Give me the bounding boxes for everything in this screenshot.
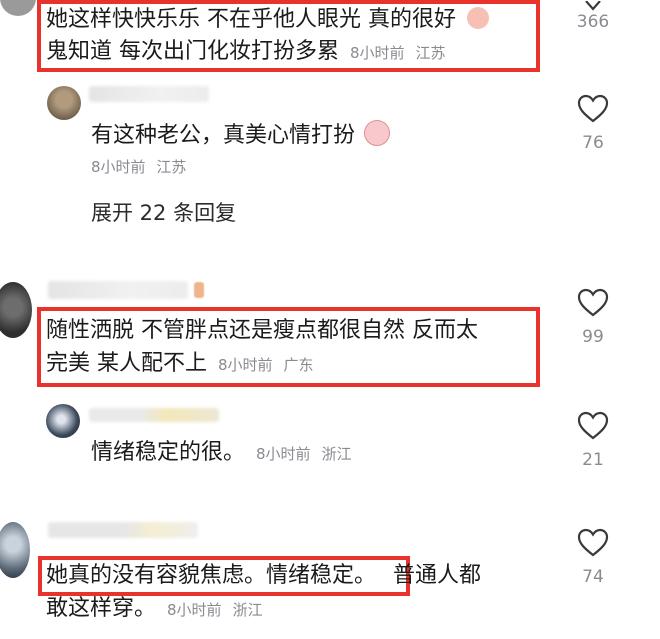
comment-text-line: 普通人都 — [393, 563, 482, 588]
comment-text-line: 敢这样穿。 — [46, 596, 157, 621]
comment-text-line: 鬼知道 每次出门化妆打扮多累 — [46, 39, 339, 64]
avatar[interactable] — [46, 404, 80, 438]
avatar[interactable] — [0, 282, 32, 338]
reply-text: 有这种老公，真美心情打扮 — [91, 120, 391, 151]
reply-meta: 8小时前 江苏 — [91, 156, 186, 177]
avatar[interactable] — [47, 86, 81, 120]
reply-text-line: 情绪稳定的很。 — [91, 440, 246, 465]
comment-text-line: 她这样快快乐乐 不在乎他人眼光 真的很好 — [46, 7, 456, 32]
comment-text: 鬼知道 每次出门化妆打扮多累 8小时前 江苏 — [46, 37, 446, 68]
like-count: 76 — [582, 133, 604, 153]
comment-text: 敢这样穿。 8小时前 浙江 — [46, 594, 263, 625]
reply-text-line: 有这种老公，真美心情打扮 — [91, 123, 356, 148]
comment-text-line: 随性洒脱 不管胖点还是瘦点都很自然 反而太 — [46, 318, 478, 343]
reply-location: 浙江 — [321, 445, 352, 463]
heart-icon — [577, 528, 609, 557]
crying-laughing-icon — [364, 120, 391, 146]
username-blurred — [89, 86, 209, 102]
comment-text: 随性洒脱 不管胖点还是瘦点都很自然 反而太 — [46, 316, 478, 346]
username-blurred — [89, 408, 219, 422]
comment-text: 她真的没有容貌焦虑。情绪稳定。 普通人都 — [46, 561, 481, 591]
comment-text-line: 完美 某人配不上 — [46, 351, 207, 376]
comment-text: 她这样快快乐乐 不在乎他人眼光 真的很好 — [46, 5, 489, 35]
avatar[interactable] — [0, 0, 36, 16]
heart-icon — [577, 94, 609, 123]
like-button[interactable] — [571, 528, 615, 562]
reply-time: 8小时前 — [256, 445, 311, 463]
heart-icon — [585, 0, 601, 11]
heart-icon — [577, 411, 609, 440]
smiling-face-icon — [467, 7, 489, 29]
like-button[interactable] — [571, 411, 615, 445]
comment-time: 8小时前 — [218, 356, 273, 374]
comment-location: 江苏 — [415, 44, 446, 62]
reply-time: 8小时前 — [91, 158, 146, 176]
heart-icon — [577, 288, 609, 317]
username-blurred — [48, 281, 188, 299]
comment-location: 浙江 — [232, 601, 263, 619]
expand-replies-button[interactable]: 展开 22 条回复 — [91, 197, 236, 227]
avatar[interactable] — [0, 522, 30, 578]
like-count: 99 — [582, 327, 604, 347]
reply-text: 情绪稳定的很。 8小时前 浙江 — [91, 438, 352, 469]
badge-icon — [194, 282, 204, 298]
comment-text: 完美 某人配不上 8小时前 广东 — [46, 349, 314, 380]
like-count: 21 — [582, 450, 604, 470]
like-button[interactable] — [571, 288, 615, 322]
comment-time: 8小时前 — [350, 44, 405, 62]
like-count: 366 — [576, 12, 610, 32]
comment-location: 广东 — [283, 356, 314, 374]
reply-location: 江苏 — [156, 158, 187, 176]
comment-time: 8小时前 — [167, 601, 222, 619]
like-button[interactable] — [571, 94, 615, 128]
comment-text-line: 她真的没有容貌焦虑。情绪稳定。 — [46, 563, 377, 588]
username-blurred — [48, 522, 198, 538]
like-count: 74 — [582, 567, 604, 587]
